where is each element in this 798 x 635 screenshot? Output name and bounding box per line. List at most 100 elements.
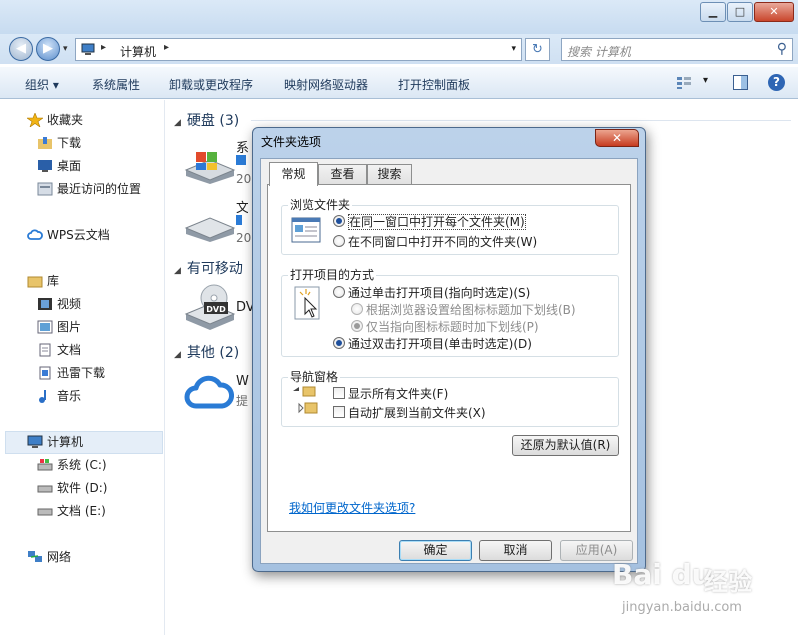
music-icon — [39, 390, 46, 403]
preview-pane-button[interactable] — [733, 75, 748, 90]
underline-point-option[interactable]: 仅当指向图标标题时加下划线(P) — [351, 318, 539, 335]
checkbox-unchecked[interactable] — [333, 406, 345, 418]
system-drive-icon[interactable] — [184, 150, 236, 184]
browse-folders-group-title: 浏览文件夹 — [288, 196, 353, 213]
back-button[interactable]: ◀ — [9, 37, 33, 61]
browse-new-window-option[interactable]: 在不同窗口中打开不同的文件夹(W) — [333, 233, 537, 250]
sidebar-item-videos[interactable]: 视频 — [38, 294, 82, 314]
tab-general[interactable]: 常规 — [269, 162, 318, 186]
address-dropdown-icon[interactable]: ▾ — [511, 44, 516, 54]
wps-item-name[interactable]: W — [236, 374, 253, 389]
maximize-button[interactable]: □ — [727, 2, 753, 22]
radio-selected[interactable] — [333, 337, 345, 349]
drive-free-space: 20 — [236, 231, 252, 245]
sidebar-item-label: 最近访问的位置 — [57, 182, 142, 196]
drive-icon[interactable] — [184, 214, 236, 242]
option-label: 通过单击打开项目(指向时选定)(S) — [348, 286, 531, 300]
breadcrumb-computer[interactable]: 计算机 — [120, 43, 156, 60]
organize-button[interactable]: 组织 ▾ — [25, 76, 59, 93]
sidebar-item-xunlei[interactable]: 迅雷下载 — [39, 363, 105, 383]
command-bar: 组织 ▾ 系统属性 卸载或更改程序 映射网络驱动器 打开控制面板 ▾ ? — [0, 67, 798, 99]
sidebar-item-label: 视频 — [57, 297, 82, 311]
browse-folders-illustration-icon — [291, 217, 321, 243]
view-dropdown-icon[interactable]: ▾ — [703, 75, 708, 86]
radio-unselected[interactable] — [333, 286, 345, 298]
collapse-triangle-icon[interactable]: ◢ — [174, 266, 181, 276]
video-icon — [38, 298, 52, 310]
sidebar-item-label: 计算机 — [47, 435, 84, 449]
recent-pages-dropdown-icon[interactable]: ▾ — [63, 44, 68, 54]
sidebar-item-libraries[interactable]: 库 — [27, 271, 59, 291]
sidebar-item-documents[interactable]: 文档 — [39, 340, 81, 360]
group-header-removable[interactable]: ◢ 有可移动 — [174, 258, 243, 278]
ok-button[interactable]: 确定 — [399, 540, 472, 561]
drive-name[interactable]: 系 — [236, 137, 248, 156]
sidebar-item-drive-d[interactable]: 软件 (D:) — [37, 478, 107, 498]
drive-name[interactable]: 文 — [236, 197, 248, 216]
breadcrumb-separator[interactable]: ▸ — [101, 42, 106, 53]
folder-options-dialog: 文件夹选项 ✕ 常规 查看 搜索 浏览文件夹 在同一窗口中打开每个文件夹(M) … — [252, 127, 646, 572]
browse-same-window-option[interactable]: 在同一窗口中打开每个文件夹(M) — [333, 213, 526, 230]
watermark-text: 经验 — [704, 568, 752, 596]
underline-browser-option[interactable]: 根据浏览器设置给图标标题加下划线(B) — [351, 301, 576, 318]
help-link[interactable]: 我如何更改文件夹选项? — [289, 499, 415, 516]
view-icon — [677, 77, 691, 89]
search-input[interactable]: 搜索 计算机 ⚲ — [561, 38, 793, 61]
refresh-button[interactable]: ↻ — [525, 38, 550, 61]
group-header-other[interactable]: ◢ 其他 (2) — [174, 342, 239, 362]
sidebar-item-network[interactable]: 网络 — [28, 547, 71, 567]
radio-selected[interactable] — [333, 215, 345, 227]
cancel-button[interactable]: 取消 — [479, 540, 552, 561]
dialog-close-button[interactable]: ✕ — [595, 129, 639, 147]
auto-expand-option[interactable]: 自动扩展到当前文件夹(X) — [333, 404, 486, 421]
baidu-jingyan-watermark: Bai du 经验 jingyan.baidu.com — [612, 556, 792, 626]
sidebar-item-label: 文档 (E:) — [57, 504, 106, 518]
tab-view[interactable]: 查看 — [318, 164, 367, 185]
forward-button[interactable]: ▶ — [36, 37, 60, 61]
drive-usage-bar — [236, 155, 246, 165]
checkbox-unchecked[interactable] — [333, 387, 345, 399]
sidebar-item-pictures[interactable]: 图片 — [37, 317, 81, 337]
minimize-button[interactable]: ▁ — [700, 2, 726, 22]
radio-unselected[interactable] — [333, 235, 345, 247]
wps-cloud-icon[interactable] — [184, 372, 234, 412]
sidebar-item-music[interactable]: 音乐 — [39, 386, 81, 406]
change-view-button[interactable]: ▾ — [676, 75, 712, 91]
single-click-option[interactable]: 通过单击打开项目(指向时选定)(S) — [333, 284, 531, 301]
help-button[interactable]: ? — [768, 74, 785, 91]
sidebar-item-drive-e[interactable]: 文档 (E:) — [37, 501, 106, 521]
sidebar-item-downloads[interactable]: 下载 — [38, 133, 81, 153]
sidebar-item-desktop[interactable]: 桌面 — [38, 156, 81, 176]
navigation-bar: ◀ ▶ ▾ ▸ 计算机 ▸ ▾ ↻ 搜索 计算机 ⚲ — [0, 34, 798, 64]
sidebar-item-recent[interactable]: 最近访问的位置 — [37, 179, 142, 199]
sidebar-item-wps[interactable]: WPS云文档 — [27, 225, 110, 245]
collapse-triangle-icon[interactable]: ◢ — [174, 118, 181, 128]
show-all-folders-option[interactable]: 显示所有文件夹(F) — [333, 385, 448, 402]
drive-free-space: 20 — [236, 172, 252, 186]
restore-defaults-button[interactable]: 还原为默认值(R) — [512, 435, 619, 456]
open-control-panel-button[interactable]: 打开控制面板 — [398, 76, 470, 93]
search-icon[interactable]: ⚲ — [777, 41, 787, 57]
sidebar-item-computer[interactable]: 计算机 — [27, 432, 84, 452]
double-click-option[interactable]: 通过双击打开项目(单击时选定)(D) — [333, 335, 532, 352]
collapse-triangle-icon[interactable]: ◢ — [174, 350, 181, 360]
close-button[interactable]: ✕ — [754, 2, 794, 22]
sidebar-item-favorites[interactable]: 收藏夹 — [27, 110, 83, 130]
watermark-url: jingyan.baidu.com — [622, 600, 742, 615]
tab-search[interactable]: 搜索 — [367, 164, 412, 185]
group-header-hard-disks[interactable]: ◢ 硬盘 (3) — [174, 110, 239, 130]
address-bar[interactable]: ▸ 计算机 ▸ ▾ — [75, 38, 522, 61]
desktop-icon — [38, 160, 52, 172]
system-properties-button[interactable]: 系统属性 — [92, 76, 140, 93]
radio-disabled-selected[interactable] — [351, 320, 363, 332]
breadcrumb-separator[interactable]: ▸ — [164, 42, 169, 53]
system-drive-icon — [37, 459, 53, 471]
dvd-drive-icon[interactable]: DVD — [184, 284, 236, 330]
map-network-drive-button[interactable]: 映射网络驱动器 — [284, 76, 368, 93]
wps-item-description: 提 — [236, 394, 249, 408]
sidebar-item-drive-c[interactable]: 系统 (C:) — [37, 455, 107, 475]
group-label: 有可移动 — [186, 261, 243, 277]
option-label: 通过双击打开项目(单击时选定)(D) — [348, 337, 532, 351]
radio-disabled[interactable] — [351, 303, 363, 315]
uninstall-program-button[interactable]: 卸载或更改程序 — [169, 76, 253, 93]
